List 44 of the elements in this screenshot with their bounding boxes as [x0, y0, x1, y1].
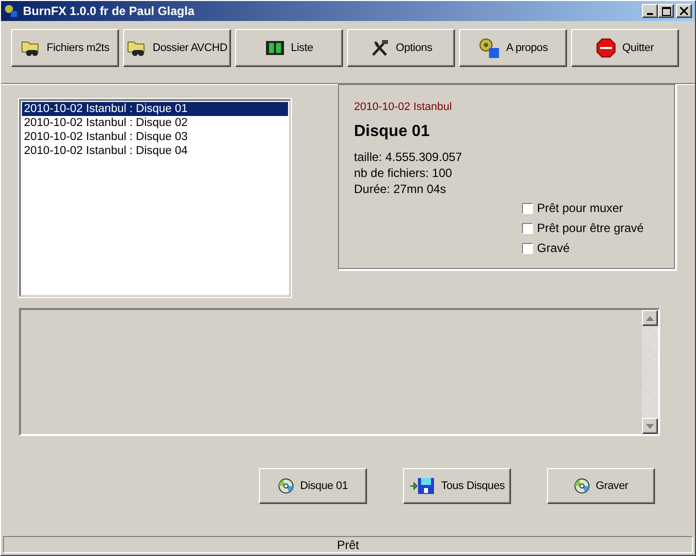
- disc-icon: [278, 478, 294, 494]
- detail-line: nb de fichiers: 100: [354, 165, 454, 181]
- detail-line: taille: 4.555.309.057: [354, 149, 464, 165]
- maximize-button[interactable]: [658, 4, 674, 18]
- folder-binoculars-icon: [20, 39, 41, 57]
- checkbox[interactable]: [522, 202, 533, 214]
- action-button[interactable]: Tous Disques: [403, 468, 511, 504]
- list-item[interactable]: 2010-10-02 Istanbul : Disque 03: [22, 130, 288, 144]
- toolbar-button[interactable]: Options: [347, 29, 455, 67]
- minimize-button[interactable]: [642, 4, 658, 18]
- close-button[interactable]: [676, 4, 692, 18]
- folder-binoculars-icon: [126, 39, 147, 57]
- action-button[interactable]: Graver: [547, 468, 655, 504]
- project-name: 2010-10-02 Istanbul: [354, 101, 453, 113]
- disc-icon: [574, 478, 590, 494]
- list-item[interactable]: 2010-10-02 Istanbul : Disque 01: [22, 102, 288, 116]
- list-item[interactable]: 2010-10-02 Istanbul : Disque 02: [22, 116, 288, 130]
- toolbar-button[interactable]: Fichiers m2ts: [11, 29, 119, 67]
- checkbox[interactable]: [522, 222, 533, 234]
- app-icon: [4, 4, 18, 18]
- window-title: BurnFX 1.0.0 fr de Paul Glagla: [23, 4, 196, 18]
- scrollbar[interactable]: [642, 310, 658, 434]
- checkbox-label: Prêt pour être gravé: [537, 221, 644, 235]
- toolbar-button[interactable]: Liste: [235, 29, 343, 67]
- down-arrow-icon: [646, 424, 654, 428]
- checkbox-label: Gravé: [537, 241, 570, 255]
- toolbar-button[interactable]: Quitter: [571, 29, 679, 67]
- stop-sign-icon: [596, 38, 616, 58]
- detail-line: Durée: 27mn 04s: [354, 181, 448, 197]
- list-item[interactable]: 2010-10-02 Istanbul : Disque 04: [22, 144, 288, 158]
- close-icon: [680, 7, 688, 15]
- action-button[interactable]: Disque 01: [259, 468, 367, 504]
- film-icon: [264, 39, 285, 57]
- up-arrow-icon: [646, 316, 654, 320]
- scroll-down-button[interactable]: [642, 418, 658, 434]
- toolbar-button[interactable]: Dossier AVCHD: [123, 29, 231, 67]
- disc-title: Disque 01: [354, 123, 431, 141]
- scroll-up-button[interactable]: [642, 310, 658, 326]
- floppy-disk-icon: [409, 477, 436, 495]
- status-bar: Prêt: [3, 536, 693, 553]
- toolbar-button[interactable]: A propos: [459, 29, 567, 67]
- checkbox[interactable]: [522, 242, 533, 254]
- maximize-icon: [662, 6, 670, 16]
- checkbox-label: Prêt pour muxer: [537, 201, 624, 215]
